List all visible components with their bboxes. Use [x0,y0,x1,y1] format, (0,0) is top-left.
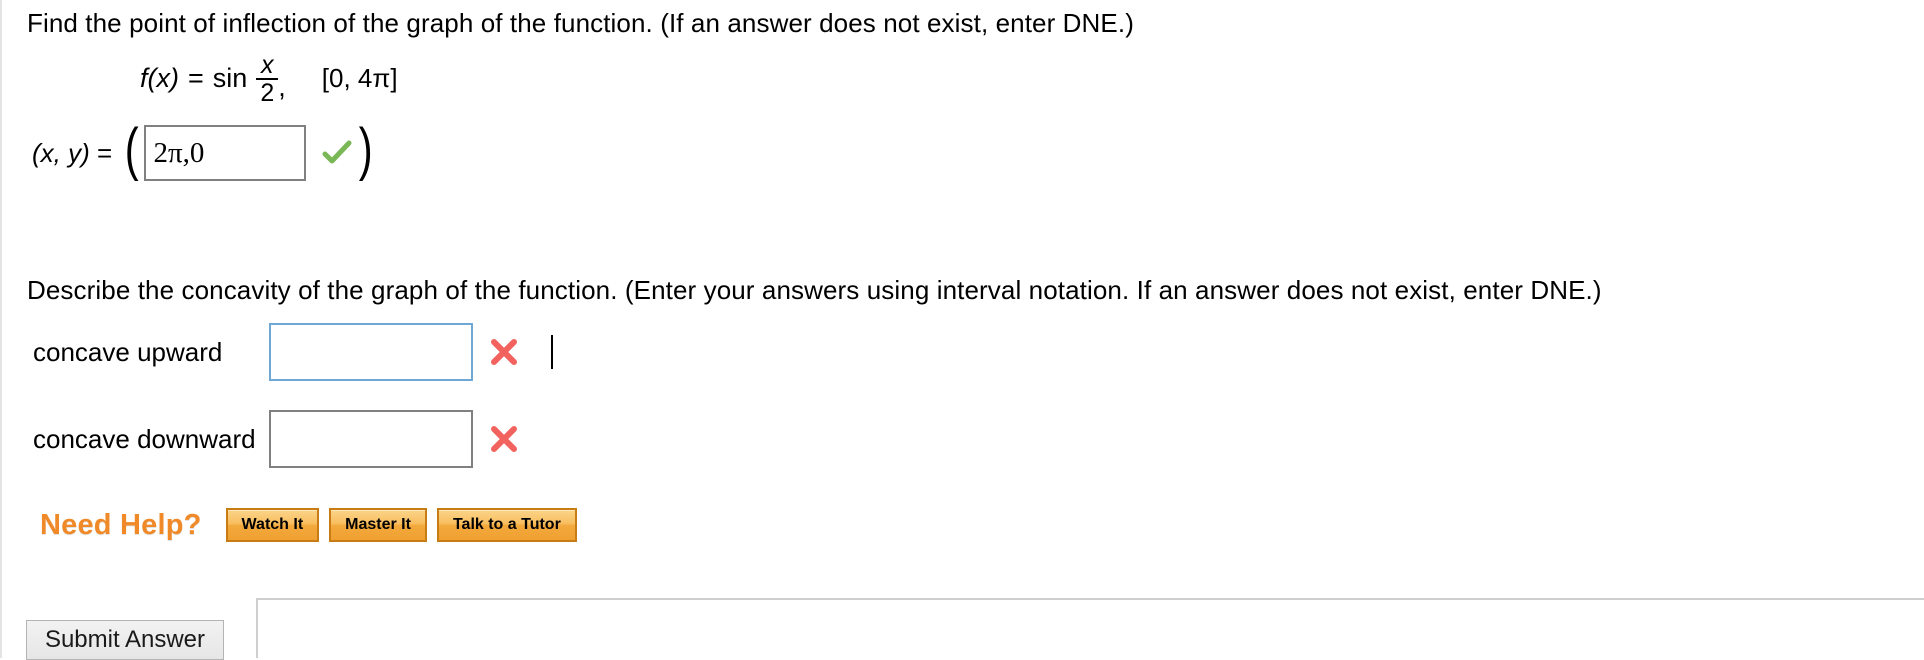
exercise-page: Find the point of inflection of the grap… [0,0,1924,660]
need-help-row: Need Help? Watch It Master It Talk to a … [40,508,587,542]
concave-downward-input[interactable] [269,410,473,468]
concave-upward-input[interactable] [269,323,473,381]
point-equals-sign: = [97,137,113,168]
green-check-icon [322,138,352,168]
watch-it-button[interactable]: Watch It [225,508,320,542]
footer-panel-left-border [256,598,258,658]
fraction-numerator: x [261,51,274,79]
red-x-icon [489,424,519,454]
point-coordinate-label: (x, y) = [32,138,112,169]
function-equals-sign: = [187,63,204,93]
concavity-question-prompt: Describe the concavity of the graph of t… [27,275,1602,305]
open-paren: ( [124,117,139,182]
point-xy-label: (x, y) [32,137,90,168]
red-x-icon [489,337,519,367]
footer-divider [256,598,1924,600]
function-definition: f(x) = sin x 2 , [0, 4π] [140,51,398,107]
concave-upward-label: concave upward [33,336,223,367]
concave-downward-row: concave downward [33,410,519,468]
function-name: f(x) [140,63,179,93]
function-comma: , [278,72,286,102]
close-paren: ) [358,117,373,182]
concave-downward-input-wrap [269,410,473,468]
inflection-point-input[interactable] [143,125,306,181]
master-it-button[interactable]: Master It [329,508,427,542]
concave-upward-input-wrap [269,323,553,381]
inflection-point-answer-row: (x, y) = ( ) [32,117,375,182]
text-cursor [551,335,553,369]
submit-answer-button[interactable]: Submit Answer [26,620,224,660]
sine-operator: sin [212,63,248,93]
talk-to-a-tutor-button[interactable]: Talk to a Tutor [436,508,577,542]
function-domain-interval: [0, 4π] [321,63,398,93]
need-help-label: Need Help? [40,508,202,541]
fraction-denominator: 2 [260,79,275,107]
concave-downward-label: concave downward [33,423,256,454]
fraction-x-over-2: x 2 [256,51,279,107]
concave-upward-row: concave upward [33,323,553,381]
inflection-question-prompt: Find the point of inflection of the grap… [27,8,1134,38]
